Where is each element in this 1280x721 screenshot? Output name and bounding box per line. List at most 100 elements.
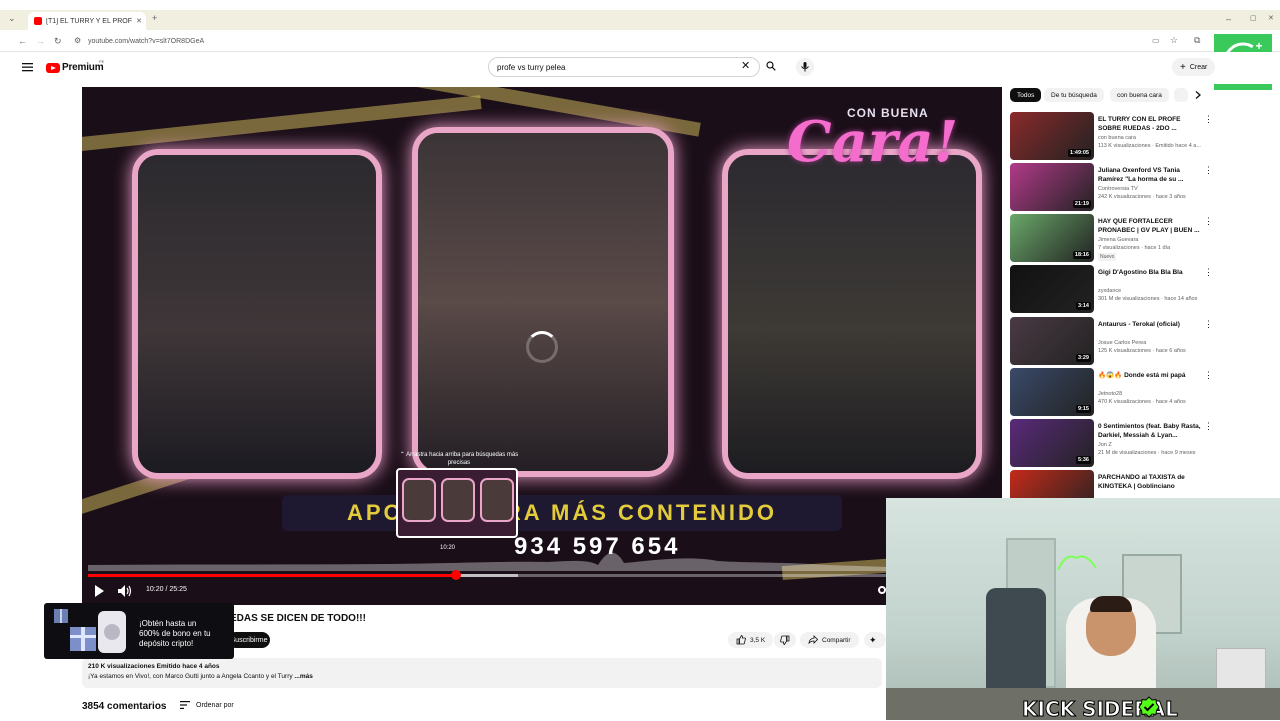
- video-duration: 21:19: [1072, 200, 1091, 208]
- recommendation-title[interactable]: HAY QUE FORTALECER PRONABEC | GV PLAY | …: [1098, 217, 1204, 235]
- sparkle-icon: ✦: [869, 634, 877, 645]
- youtube-favicon-icon: [34, 17, 42, 25]
- more-options-icon[interactable]: ⋮: [1204, 422, 1213, 431]
- share-button[interactable]: Compartir: [800, 632, 859, 648]
- recommendation-item[interactable]: 5:36 0 Sentimientos (feat. Baby Rasta, Da…: [1010, 419, 1216, 467]
- more-options-icon[interactable]: ⋮: [1204, 320, 1213, 329]
- recommendation-title[interactable]: EL TURRY CON EL PROFE SOBRE RUEDAS - 2DO…: [1098, 115, 1204, 133]
- recommendation-thumbnail[interactable]: 5:36: [1010, 419, 1094, 467]
- new-tab-button[interactable]: +: [152, 14, 157, 23]
- guest-frame-left: [132, 149, 382, 479]
- site-info-icon[interactable]: ⚙: [74, 37, 81, 45]
- video-player[interactable]: CON BUENA Cara! APO RIO PARA MÁS CONTENI…: [82, 87, 1002, 605]
- recommendation-channel[interactable]: zyxdance: [1098, 288, 1121, 294]
- description-body: ¡Ya estamos en Vivo!, con Marco Gutti ju…: [88, 673, 295, 680]
- search-input[interactable]: profe vs turry pelea: [488, 57, 760, 77]
- more-options-icon[interactable]: ⋮: [1204, 268, 1213, 277]
- recommendation-title[interactable]: 0 Sentimientos (feat. Baby Rasta, Darkie…: [1098, 422, 1204, 440]
- chip-con-buena-cara[interactable]: con buena cara: [1110, 88, 1169, 102]
- address-bar: ← → ↻ ⚙ youtube.com/watch?v=slt7OR8DGeA …: [0, 30, 1280, 52]
- recommendation-thumbnail[interactable]: 3:29: [1010, 317, 1094, 365]
- chip-de-tu-busqueda[interactable]: De tu búsqueda: [1044, 88, 1104, 102]
- recommendation-thumbnail[interactable]: 3:14: [1010, 265, 1094, 313]
- settings-gear-icon[interactable]: [878, 586, 886, 594]
- extensions-icon[interactable]: ⧉: [1194, 36, 1200, 45]
- clear-search-icon[interactable]: ✕: [741, 61, 750, 72]
- video-duration: 3:29: [1075, 354, 1091, 362]
- recommendation-title[interactable]: PARCHANDO al TAXISTA de KINGTEKA | Gobli…: [1098, 473, 1204, 491]
- sort-comments-button[interactable]: Ordenar por: [180, 701, 234, 709]
- recommendation-item[interactable]: 18:16 HAY QUE FORTALECER PRONABEC | GV PL…: [1010, 214, 1216, 262]
- volume-icon[interactable]: [118, 585, 132, 597]
- recommendation-thumbnail[interactable]: 21:19: [1010, 163, 1094, 211]
- recommendation-channel[interactable]: Jimena Guevara: [1098, 237, 1138, 243]
- share-label: Compartir: [822, 636, 851, 644]
- more-options-icon[interactable]: ⋮: [1204, 166, 1213, 175]
- more-options-icon[interactable]: ⋮: [1204, 217, 1213, 226]
- show-more-link[interactable]: ...más: [294, 673, 312, 680]
- bookmark-star-icon[interactable]: ☆: [1170, 36, 1178, 45]
- recommendation-channel[interactable]: Josue Carlos Perea: [1098, 340, 1146, 346]
- create-button[interactable]: + Crear: [1172, 58, 1216, 76]
- recommendation-item[interactable]: 3:14 Gigi D'Agostino Bla Bla Bla zyxdance 3…: [1010, 265, 1216, 313]
- browser-tab-bar: ⌄ [T1] EL TURRY Y EL PROFE ✕ + – ▢ ✕: [0, 10, 1280, 30]
- youtube-logo-icon[interactable]: [46, 63, 60, 73]
- play-icon[interactable]: [94, 585, 104, 597]
- recommendation-item[interactable]: 21:19 Juliana Oxenford VS Tania Ramírez "…: [1010, 163, 1216, 211]
- overlay-brand: Cara!: [787, 109, 959, 175]
- recommendation-channel[interactable]: con buena cara: [1098, 135, 1136, 141]
- video-duration: 1:49:05: [1068, 149, 1091, 157]
- recommendation-channel[interactable]: Controversia TV: [1098, 186, 1138, 192]
- recommendation-title[interactable]: Antaurus - Terokal (oficial): [1098, 320, 1204, 329]
- like-button[interactable]: 3,5 K: [728, 632, 774, 648]
- crypto-ad-overlay[interactable]: ¡Obtén hasta un 600% de bono en tu depós…: [44, 603, 234, 659]
- like-count: 3,5 K: [750, 636, 766, 644]
- recommendation-meta: 7 visualizaciones · hace 1 día: [1098, 245, 1171, 251]
- video-duration: 9:15: [1075, 405, 1091, 413]
- recommendation-item[interactable]: 1:49:05 EL TURRY CON EL PROFE SOBRE RUEDA…: [1010, 112, 1216, 160]
- plus-icon: +: [1180, 61, 1186, 73]
- reload-icon[interactable]: ↻: [54, 37, 62, 46]
- dislike-button[interactable]: [774, 632, 796, 648]
- minimize-button[interactable]: –: [1226, 15, 1231, 24]
- url-field[interactable]: youtube.com/watch?v=slt7OR8DGeA: [88, 38, 204, 45]
- maximize-button[interactable]: ▢: [1250, 15, 1257, 22]
- recommendation-meta: 470 K visualizaciones · hace 4 años: [1098, 399, 1186, 405]
- views-meta: 210 K visualizaciones Emitido hace 4 año…: [88, 663, 220, 670]
- scrub-preview-thumbnail: [396, 468, 518, 538]
- recommendation-channel[interactable]: Jetnoto28: [1098, 391, 1122, 397]
- microphone-icon[interactable]: [796, 58, 814, 76]
- gift-box-icon: [54, 609, 126, 653]
- cast-icon[interactable]: ▭: [1152, 37, 1160, 45]
- video-duration: 3:14: [1075, 302, 1091, 310]
- recommendation-title[interactable]: Gigi D'Agostino Bla Bla Bla: [1098, 268, 1204, 277]
- chip-truncated[interactable]: [1174, 88, 1188, 102]
- more-options-icon[interactable]: ⋮: [1204, 115, 1213, 124]
- recommendation-thumbnail[interactable]: 9:15: [1010, 368, 1094, 416]
- recommendation-title[interactable]: 🔥😱🔥 Donde está mi papá: [1098, 371, 1204, 380]
- ask-ai-button[interactable]: ✦: [864, 632, 886, 648]
- more-options-icon[interactable]: ⋮: [1204, 371, 1213, 380]
- time-display: 10:20 / 25:25: [146, 586, 187, 593]
- menu-icon[interactable]: [22, 62, 34, 72]
- video-title: EDAS SE DICEN DE TODO!!!: [230, 613, 366, 624]
- recommendation-title[interactable]: Juliana Oxenford VS Tania Ramírez "La ho…: [1098, 166, 1204, 184]
- recommendation-channel[interactable]: Jon Z: [1098, 442, 1112, 448]
- back-icon[interactable]: ←: [18, 37, 27, 46]
- recommendation-thumbnail[interactable]: 1:49:05: [1010, 112, 1094, 160]
- scrubber-handle[interactable]: [451, 570, 462, 580]
- subscribe-button[interactable]: Suscribirme: [228, 632, 270, 648]
- search-icon[interactable]: [766, 61, 776, 71]
- recommendation-item[interactable]: 3:29 Antaurus - Terokal (oficial) Josue Ca…: [1010, 317, 1216, 365]
- recommendation-item[interactable]: 9:15 🔥😱🔥 Donde está mi papá Jetnoto28 470 K…: [1010, 368, 1216, 416]
- chip-todos[interactable]: Todos: [1010, 88, 1042, 102]
- tab-close-icon[interactable]: ✕: [136, 17, 142, 25]
- recommendation-thumbnail[interactable]: 18:16: [1010, 214, 1094, 262]
- window-close-button[interactable]: ✕: [1268, 15, 1274, 22]
- browser-tab[interactable]: [T1] EL TURRY Y EL PROFE ✕: [28, 12, 146, 30]
- forward-icon[interactable]: →: [36, 37, 45, 46]
- tab-list-icon[interactable]: ⌄: [8, 14, 16, 23]
- logo-text[interactable]: Premium: [62, 62, 104, 73]
- chevron-right-icon[interactable]: [1194, 91, 1202, 99]
- most-replayed-heatmap: [88, 552, 888, 571]
